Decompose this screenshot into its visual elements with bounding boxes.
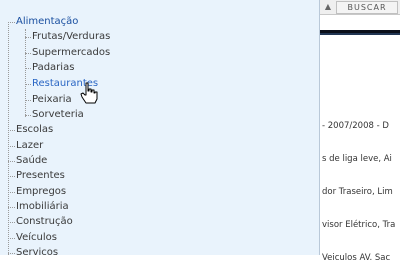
listing-text-line: visor Elétrico, Tra	[322, 220, 396, 230]
tree-branch	[25, 53, 31, 54]
tree-branch	[8, 22, 15, 23]
tree-item-label: Construção	[16, 216, 73, 227]
category-tree-panel: Alimentação Frutas/Verduras Supermercado…	[0, 0, 320, 255]
tree-branch	[8, 176, 15, 177]
tree-branch	[25, 100, 31, 101]
scroll-up-arrow-icon[interactable]: ▲	[322, 1, 334, 12]
tree-subitem-label: Padarias	[32, 62, 75, 73]
tree-item-saude[interactable]: Saúde	[0, 153, 300, 169]
header-divider-shade	[320, 33, 400, 35]
search-button[interactable]: BUSCAR	[336, 1, 398, 14]
tree-item-alimentacao[interactable]: Alimentação	[0, 14, 300, 30]
tree-branch	[8, 161, 15, 162]
tree-branch	[25, 84, 31, 85]
tree-branch	[8, 253, 15, 254]
tree-item-label: Alimentação	[16, 16, 79, 27]
tree-subitem-label: Sorveteria	[32, 109, 84, 120]
tree-subitem-label: Supermercados	[32, 47, 111, 58]
listing-text-snippet: - 2007/2008 - D s de liga leve, Ai dor T…	[322, 99, 400, 275]
tree-item-escolas[interactable]: Escolas	[0, 122, 300, 138]
tree-item-veiculos[interactable]: Veículos	[0, 230, 300, 246]
tree-item-imobiliaria[interactable]: Imobiliária	[0, 199, 300, 215]
tree-subitem-peixaria[interactable]: Peixaria	[0, 92, 300, 108]
tree-item-presentes[interactable]: Presentes	[0, 168, 300, 184]
tree-branch	[8, 146, 15, 147]
tree-subitem-restaurantes[interactable]: Restaurantes	[0, 76, 300, 92]
tree-item-lazer[interactable]: Lazer	[0, 138, 300, 154]
tree-subitem-label: Peixaria	[32, 94, 72, 105]
tree-item-label: Serviços	[16, 247, 59, 255]
tree-item-construcao[interactable]: Construção	[0, 214, 300, 230]
tree-branch	[8, 130, 15, 131]
tree-branch	[25, 37, 31, 38]
tree-item-label: Imobiliária	[16, 201, 69, 212]
tree-item-label: Lazer	[16, 140, 44, 151]
tree-subitem-frutas-verduras[interactable]: Frutas/Verduras	[0, 29, 300, 45]
tree-branch	[8, 222, 15, 223]
tree-branch	[8, 238, 15, 239]
tree-item-label: Saúde	[16, 155, 48, 166]
listing-text-line: s de liga leve, Ai	[322, 154, 392, 164]
tree-subitem-label: Frutas/Verduras	[32, 31, 111, 42]
listing-text-line: dor Traseiro, Lim	[322, 187, 393, 197]
tree-item-label: Escolas	[16, 124, 54, 135]
tree-item-servicos[interactable]: Serviços	[0, 245, 300, 255]
hand-pointer-icon	[80, 82, 98, 104]
tree-item-label: Presentes	[16, 170, 65, 181]
tree-item-label: Empregos	[16, 186, 67, 197]
tree-branch	[25, 115, 31, 116]
tree-item-empregos[interactable]: Empregos	[0, 184, 300, 200]
tree-branch	[25, 68, 31, 69]
listing-text-line: - 2007/2008 - D	[322, 121, 389, 131]
tree-branch	[8, 207, 15, 208]
tree-item-label: Veículos	[16, 232, 57, 243]
tree-branch	[8, 192, 15, 193]
tree-subitem-supermercados[interactable]: Supermercados	[0, 45, 300, 61]
tree-subitem-sorveteria[interactable]: Sorveteria	[0, 107, 300, 123]
tree-subitem-padarias[interactable]: Padarias	[0, 60, 300, 76]
